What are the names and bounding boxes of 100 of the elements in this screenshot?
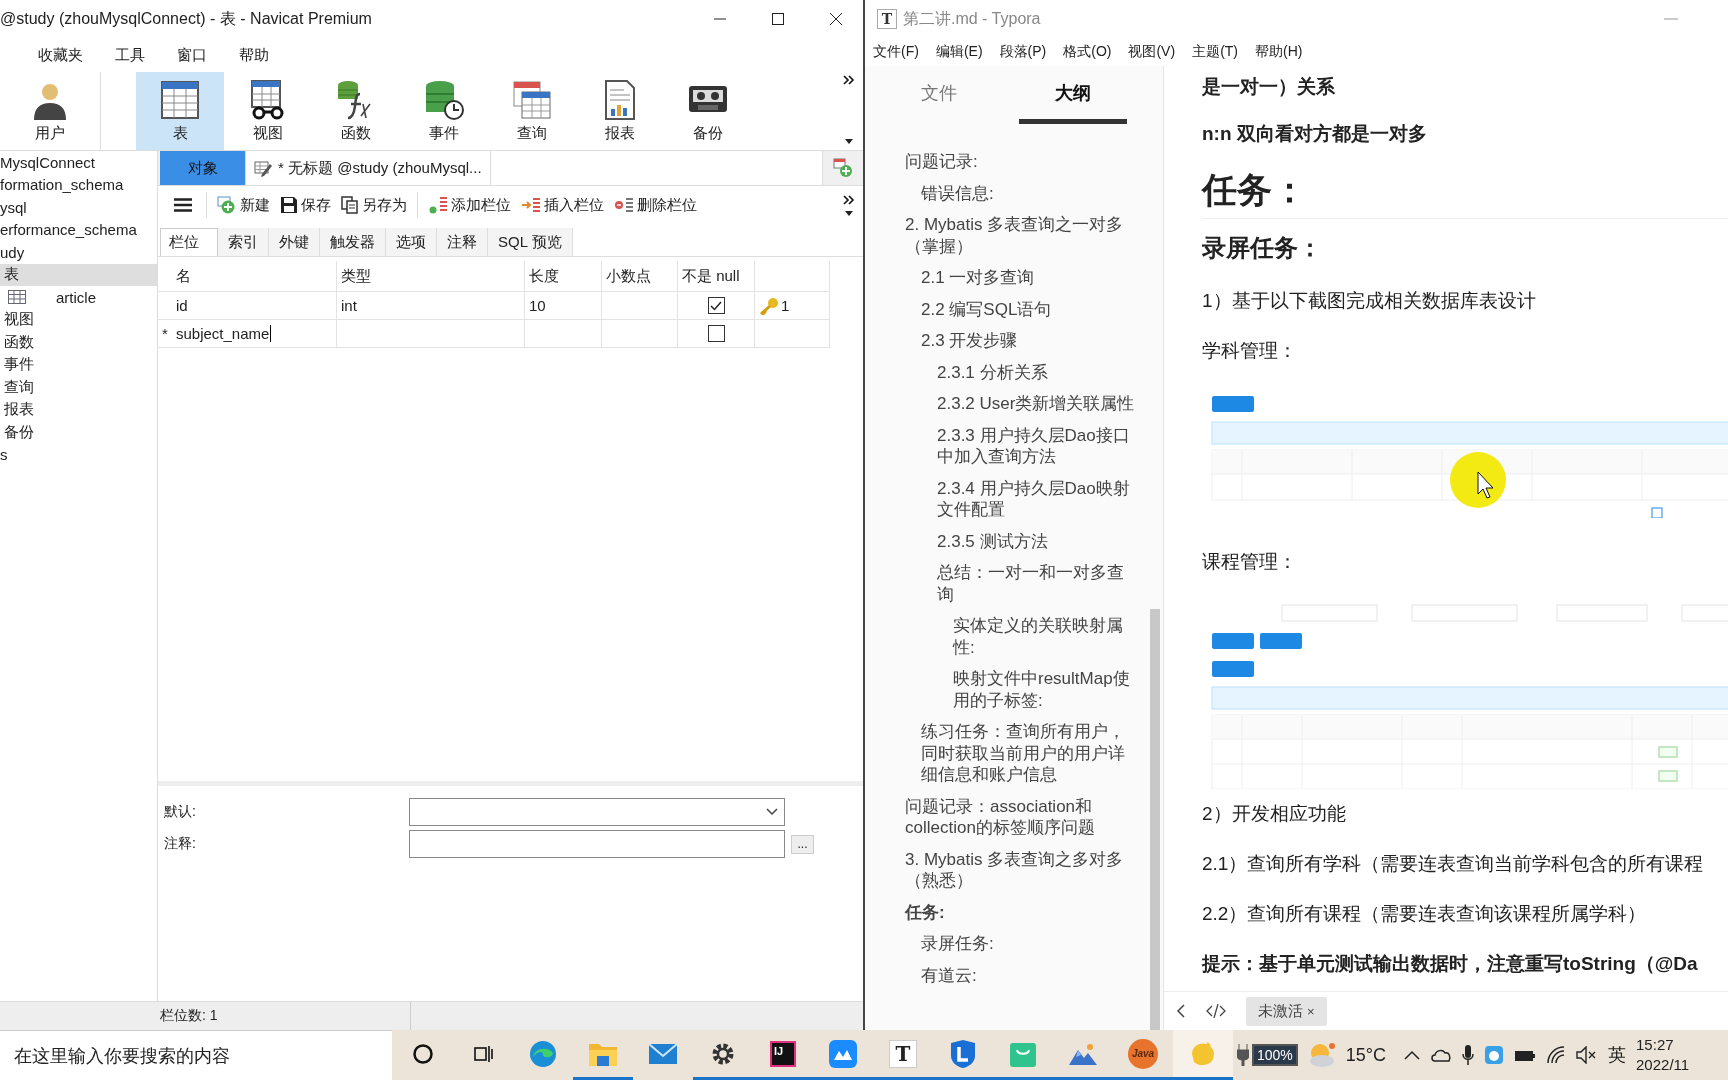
toolbar-button[interactable]: 视图 (224, 72, 312, 150)
chevron-up-icon[interactable] (1404, 1050, 1421, 1060)
toolbar-button[interactable]: 备份 (664, 72, 752, 150)
toolbar-button[interactable]: 插入栏位 (521, 195, 604, 215)
menu-item[interactable]: 编辑(E) (935, 43, 983, 61)
outline-item[interactable]: 问题记录：association和collection的标签顺序问题 (905, 790, 1137, 844)
menu-item[interactable]: 窗口 (177, 45, 207, 65)
outline-item[interactable]: 练习任务：查询所有用户，同时获取当前用户的用户详细信息和账户信息 (921, 716, 1137, 791)
table-cell[interactable] (602, 292, 678, 320)
caret-icon[interactable] (845, 210, 853, 216)
tree-item[interactable]: MysqlConnect (0, 151, 157, 174)
outline-item[interactable]: 2.1 一对多查询 (921, 262, 1137, 294)
tree-item[interactable]: udy (0, 241, 157, 264)
app-tray-icon[interactable] (1484, 1045, 1505, 1065)
outline-item[interactable]: 2.3.1 分析关系 (937, 356, 1137, 388)
outline-item[interactable]: 2.3 开发步骤 (921, 325, 1137, 357)
table-cell[interactable] (525, 320, 602, 348)
scrollbar[interactable] (1150, 609, 1160, 1030)
caret-icon[interactable] (845, 139, 853, 144)
tree-item[interactable]: erformance_schema (0, 218, 157, 241)
toolbar-button[interactable]: 查询 (488, 72, 576, 150)
table-cell[interactable]: id (172, 292, 337, 320)
toolbar-button[interactable]: 函数 (312, 72, 400, 150)
tree-item[interactable]: 函数 (0, 331, 157, 354)
toolbar-button[interactable]: 用户 (0, 72, 101, 150)
object-tab[interactable]: * 无标题 @study (zhouMysql... (246, 151, 491, 185)
tree-item[interactable]: 报表 (0, 398, 157, 421)
clock[interactable]: 15:27 2022/11 (1636, 1035, 1690, 1075)
toolbar-button[interactable]: 保存 (280, 195, 331, 215)
table-cell[interactable] (678, 320, 755, 348)
toolbar-button[interactable]: 报表 (576, 72, 664, 150)
table-cell[interactable]: subject_name (172, 320, 337, 348)
table-cell[interactable] (678, 292, 755, 320)
cloud-icon[interactable] (1430, 1048, 1453, 1062)
tree-item[interactable]: 查询 (0, 376, 157, 399)
key-cell[interactable] (755, 320, 830, 348)
editor-tab[interactable]: 外键 (269, 228, 320, 256)
tree-item[interactable]: ysql (0, 196, 157, 219)
toolbar-button[interactable]: 事件 (400, 72, 488, 150)
outline-item[interactable]: 总结：一对一和一对多查询 (937, 557, 1137, 610)
editor-tab[interactable]: 注释 (437, 228, 488, 256)
menu-item[interactable]: 主题(T) (1192, 43, 1238, 61)
table-cell[interactable]: 10 (525, 292, 602, 320)
menu-item[interactable]: 工具 (115, 45, 145, 65)
outline-item[interactable]: 3. Mybatis 多表查询之多对多（熟悉） (905, 843, 1137, 897)
outline-item[interactable]: 映射文件中resultMap使用的子标签: (953, 663, 1137, 716)
table-cell[interactable]: int (337, 292, 525, 320)
menu-item[interactable]: 文件(F) (873, 43, 919, 61)
menu-item[interactable]: 段落(P) (999, 43, 1047, 61)
microphone-icon[interactable] (1462, 1044, 1475, 1066)
checkbox[interactable] (707, 297, 725, 314)
add-table-icon[interactable] (833, 158, 853, 178)
object-tab[interactable]: 对象 (160, 151, 246, 185)
input-method-indicator[interactable]: 英 (1608, 1043, 1627, 1067)
status-badge[interactable]: 未激活 × (1246, 996, 1327, 1026)
toolbar-button[interactable]: 新建 (217, 195, 270, 215)
double-chevron-icon[interactable] (843, 194, 855, 205)
tree-item[interactable]: s (0, 443, 157, 466)
outline-item[interactable]: 2.2 编写SQL语句 (921, 293, 1137, 325)
close-button[interactable]: × (1307, 1003, 1315, 1019)
close-icon[interactable] (829, 12, 843, 26)
outline-item[interactable]: 错误信息: (921, 177, 1137, 209)
tree-item[interactable]: 备份 (0, 421, 157, 444)
menu-item[interactable]: 收藏夹 (38, 45, 83, 65)
menu-icon[interactable] (174, 198, 192, 212)
menu-item[interactable]: 帮助 (239, 45, 269, 65)
tree-item[interactable]: 视图 (0, 308, 157, 331)
input-field[interactable] (409, 830, 785, 858)
toolbar-button[interactable]: 删除栏位 (614, 195, 697, 215)
search-field[interactable]: 在这里输入你要搜索的内容 (0, 1030, 392, 1080)
outline-item[interactable]: 实体定义的关联映射属性: (953, 610, 1137, 663)
key-cell[interactable]: 1 (755, 292, 830, 320)
editor-tab[interactable]: 索引 (218, 228, 269, 256)
tree-item[interactable]: formation_schema (0, 173, 157, 196)
taskbar-app[interactable]: IJ (753, 1030, 813, 1080)
outline-item[interactable]: 录屏任务: (921, 928, 1137, 960)
menu-item[interactable]: 格式(O) (1063, 43, 1112, 61)
tree-item[interactable]: 事件 (0, 353, 157, 376)
code-icon[interactable] (1206, 1004, 1226, 1018)
wifi-icon[interactable] (1546, 1046, 1567, 1064)
editor-tab[interactable]: SQL 预览 (488, 228, 573, 256)
outline-item[interactable]: 2.3.4 用户持久层Dao映射文件配置 (937, 472, 1137, 526)
toolbar-button[interactable]: 添加栏位 (428, 195, 511, 215)
toolbar-button[interactable]: 表 (136, 72, 224, 150)
maximize-icon[interactable] (771, 12, 785, 26)
table-cell[interactable] (602, 320, 678, 348)
taskbar-app[interactable]: T (873, 1030, 933, 1080)
outline-item[interactable]: 有道云: (921, 959, 1137, 991)
outline-item[interactable]: 2. Mybatis 多表查询之一对多（掌握） (905, 209, 1137, 262)
outline-item[interactable]: 2.3.5 测试方法 (937, 525, 1137, 557)
tree-item[interactable]: 表 (0, 263, 157, 286)
outline-item[interactable]: 2.3.3 用户持久层Dao接口中加入查询方法 (937, 419, 1137, 473)
editor-tab[interactable]: 触发器 (320, 228, 386, 256)
dropdown-field[interactable] (409, 798, 785, 826)
menu-item[interactable]: 视图(V) (1128, 43, 1176, 61)
outline-item[interactable]: 任务: (905, 896, 1137, 928)
checkbox[interactable] (707, 325, 725, 342)
toolbar-button[interactable]: 另存为 (341, 195, 407, 215)
outline-item[interactable]: 2.3.2 User类新增关联属性 (937, 388, 1137, 420)
outline-item[interactable]: 问题记录: (905, 146, 1137, 178)
